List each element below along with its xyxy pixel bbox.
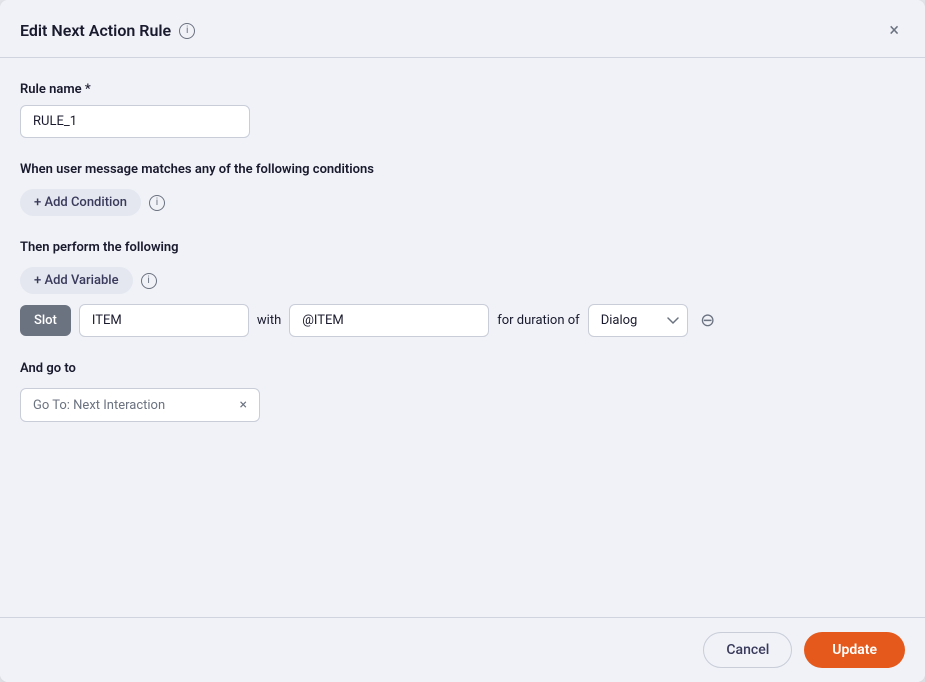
with-label: with: [257, 313, 281, 328]
add-condition-button[interactable]: + Add Condition: [20, 189, 141, 216]
condition-area: When user message matches any of the fol…: [20, 162, 905, 216]
condition-row: + Add Condition i: [20, 189, 905, 216]
perform-row: Slot with for duration of Dialog Session…: [20, 304, 905, 337]
goto-text: Go To: Next Interaction: [33, 398, 234, 413]
condition-section-label: When user message matches any of the fol…: [20, 162, 905, 177]
slot-value-input[interactable]: [289, 304, 489, 337]
modal-header: Edit Next Action Rule i ×: [0, 0, 925, 58]
duration-label: for duration of: [497, 313, 579, 328]
rule-name-label: Rule name *: [20, 82, 905, 97]
cancel-button[interactable]: Cancel: [703, 632, 792, 668]
perform-area: Then perform the following + Add Variabl…: [20, 240, 905, 337]
variable-row: + Add Variable i: [20, 267, 905, 294]
duration-select[interactable]: Dialog Session Forever: [588, 304, 688, 337]
remove-icon: ⊖: [700, 310, 715, 331]
add-variable-button[interactable]: + Add Variable: [20, 267, 133, 294]
clear-icon: ×: [240, 397, 247, 413]
goto-prefix: Go To:: [33, 398, 73, 413]
remove-slot-button[interactable]: ⊖: [696, 309, 720, 333]
update-button[interactable]: Update: [804, 632, 905, 668]
modal-title-area: Edit Next Action Rule i: [20, 21, 195, 40]
title-info-icon[interactable]: i: [179, 23, 195, 39]
condition-info-icon[interactable]: i: [149, 195, 165, 211]
modal-body: Rule name * When user message matches an…: [0, 58, 925, 617]
perform-section-label: Then perform the following: [20, 240, 905, 255]
rule-name-input[interactable]: [20, 105, 250, 138]
slot-button[interactable]: Slot: [20, 305, 71, 336]
goto-clear-button[interactable]: ×: [240, 397, 247, 413]
goto-area: And go to Go To: Next Interaction ×: [20, 361, 905, 422]
variable-info-icon[interactable]: i: [141, 273, 157, 289]
modal-title: Edit Next Action Rule: [20, 21, 171, 40]
goto-value: Next Interaction: [73, 398, 165, 413]
slot-name-input[interactable]: [79, 304, 249, 337]
modal-footer: Cancel Update: [0, 617, 925, 682]
rule-name-group: Rule name *: [20, 82, 905, 138]
close-button[interactable]: ×: [883, 18, 905, 43]
goto-section-label: And go to: [20, 361, 905, 376]
edit-rule-modal: Edit Next Action Rule i × Rule name * Wh…: [0, 0, 925, 682]
goto-input-wrapper: Go To: Next Interaction ×: [20, 388, 260, 422]
